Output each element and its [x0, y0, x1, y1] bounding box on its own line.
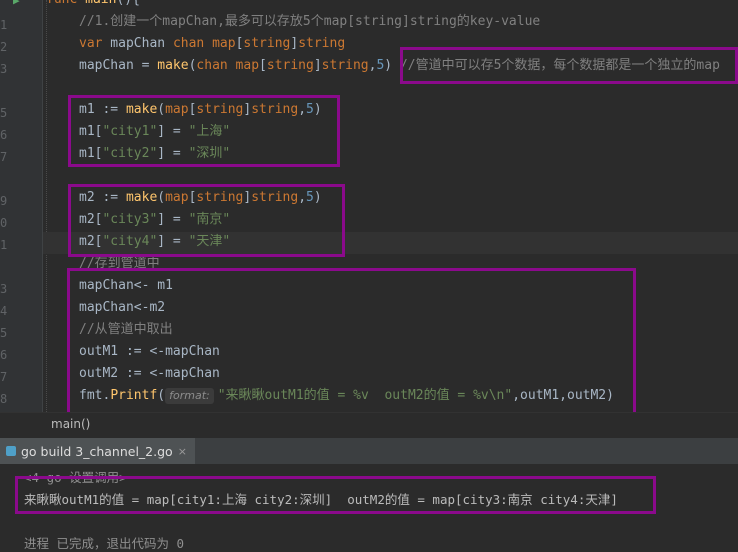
line-number: 9	[0, 194, 8, 208]
code-editor[interactable]: 1 2 3 5 6 7 9 0 1 3 4 5 6 7 8 ▶ func mai…	[0, 0, 738, 412]
indent-guide	[46, 0, 48, 412]
close-icon[interactable]: ×	[178, 445, 187, 458]
line-number: 6	[0, 128, 8, 142]
run-tab-label: go build 3_channel_2.go	[21, 443, 173, 459]
console-exit-line: 进程 已完成，退出代码为 0	[24, 536, 185, 551]
line-number: 1	[0, 18, 8, 32]
run-gutter-icon[interactable]: ▶	[13, 0, 20, 7]
line-number: 3	[0, 282, 8, 296]
line-number: 1	[0, 238, 8, 252]
gutter-separator	[42, 0, 43, 412]
line-number: 0	[0, 216, 8, 230]
line-gutter: 1 2 3 5 6 7 9 0 1 3 4 5 6 7 8 ▶	[0, 0, 42, 412]
line-number: 5	[0, 106, 8, 120]
annotation-box-m2	[68, 184, 345, 257]
run-console[interactable]: <4 go 设置调用> 来瞅瞅outM1的值 = map[city1:上海 ci…	[0, 464, 738, 551]
code-line[interactable]: //1.创建一个mapChan,最多可以存放5个map[string]strin…	[79, 11, 540, 33]
line-number: 5	[0, 326, 8, 340]
run-panel-tabbar: go build 3_channel_2.go ×	[0, 437, 738, 464]
breadcrumb[interactable]: main()	[0, 412, 738, 437]
annotation-box-m1	[68, 95, 340, 167]
line-number: 6	[0, 348, 8, 362]
run-tab[interactable]: go build 3_channel_2.go ×	[0, 438, 195, 464]
line-number: 4	[0, 304, 8, 318]
go-file-icon	[6, 446, 16, 456]
line-number: 2	[0, 40, 8, 54]
annotation-box-output	[15, 476, 656, 514]
line-number: 8	[0, 392, 8, 406]
line-number: 7	[0, 370, 8, 384]
annotation-box-channel-ops	[67, 268, 636, 412]
line-number: 7	[0, 150, 8, 164]
line-number: 3	[0, 62, 8, 76]
code-line-func-main[interactable]: func main(){	[46, 0, 140, 11]
breadcrumb-function[interactable]: main()	[51, 417, 90, 431]
annotation-box-comment	[400, 47, 738, 84]
code-line[interactable]: var mapChan chan map[string]string	[79, 33, 345, 55]
